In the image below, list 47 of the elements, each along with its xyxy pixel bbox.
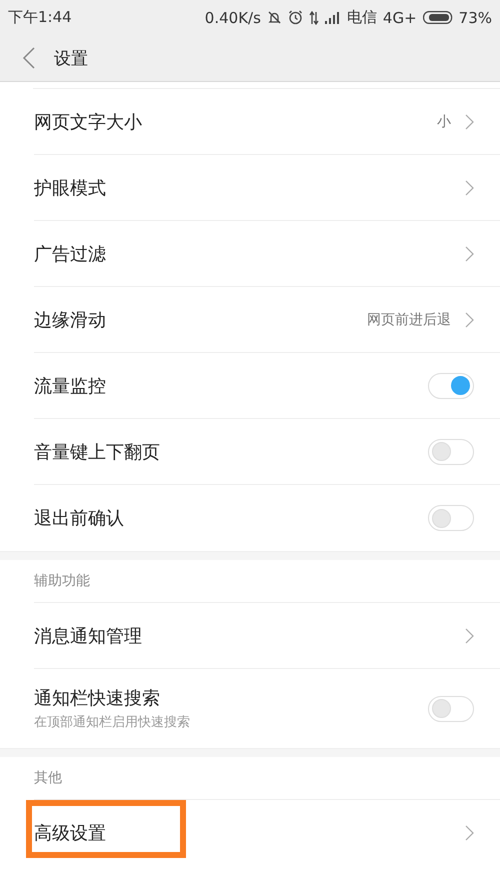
toggle-switch[interactable] xyxy=(428,696,474,722)
chevron-right-icon xyxy=(465,114,474,130)
toggle-switch[interactable] xyxy=(428,372,474,398)
data-arrows-icon xyxy=(308,10,319,24)
settings-row[interactable]: 广告过滤 xyxy=(34,221,500,287)
settings-row[interactable]: 音量键上下翻页 xyxy=(34,419,500,485)
section-header: 辅助功能 xyxy=(34,572,90,590)
setting-label: 广告过滤 xyxy=(34,242,107,266)
network-speed: 0.40K/s xyxy=(204,8,261,26)
toggle-switch[interactable] xyxy=(428,438,474,464)
back-icon[interactable] xyxy=(22,47,36,69)
settings-row[interactable]: 消息通知管理 xyxy=(34,603,500,669)
setting-value: 小 xyxy=(437,112,451,130)
settings-row[interactable]: 护眼模式 xyxy=(34,155,500,221)
battery-percent: 73% xyxy=(458,8,492,26)
setting-description: 在顶部通知栏启用快速搜索 xyxy=(34,714,191,731)
network-type: 4G+ xyxy=(382,8,417,26)
chevron-right-icon xyxy=(465,246,474,262)
page-title: 设置 xyxy=(54,48,88,70)
setting-label: 流量监控 xyxy=(34,374,107,398)
setting-label: 通知栏快速搜索 xyxy=(34,687,161,710)
clock: 下午1:44 xyxy=(8,8,72,27)
alarm-icon xyxy=(288,10,303,25)
setting-label: 护眼模式 xyxy=(34,176,107,200)
chevron-right-icon xyxy=(465,825,474,841)
setting-label: 退出前确认 xyxy=(34,507,125,530)
muted-bell-icon xyxy=(266,10,282,25)
chevron-right-icon xyxy=(465,180,474,196)
settings-row[interactable]: 流量监控 xyxy=(34,353,500,419)
chevron-right-icon xyxy=(465,628,474,644)
carrier-name: 电信 xyxy=(346,8,377,27)
battery-icon xyxy=(422,11,453,24)
chevron-right-icon xyxy=(465,312,474,328)
signal-icon xyxy=(324,12,341,24)
setting-label: 消息通知管理 xyxy=(34,624,143,648)
settings-row[interactable]: 退出前确认 xyxy=(34,485,500,551)
toggle-switch[interactable] xyxy=(428,505,474,531)
settings-row[interactable]: 边缘滑动 网页前进后退 xyxy=(34,287,500,353)
settings-row[interactable]: 网页文字大小 小 xyxy=(34,89,500,155)
setting-label: 网页文字大小 xyxy=(34,110,143,134)
setting-label: 高级设置 xyxy=(34,822,107,845)
setting-label: 音量键上下翻页 xyxy=(34,440,161,464)
setting-label: 边缘滑动 xyxy=(34,308,107,332)
settings-row[interactable]: 通知栏快速搜索 在顶部通知栏启用快速搜索 xyxy=(34,669,500,748)
settings-row[interactable]: 高级设置 xyxy=(34,800,500,866)
setting-value: 网页前进后退 xyxy=(367,310,451,328)
section-header: 其他 xyxy=(34,769,62,787)
